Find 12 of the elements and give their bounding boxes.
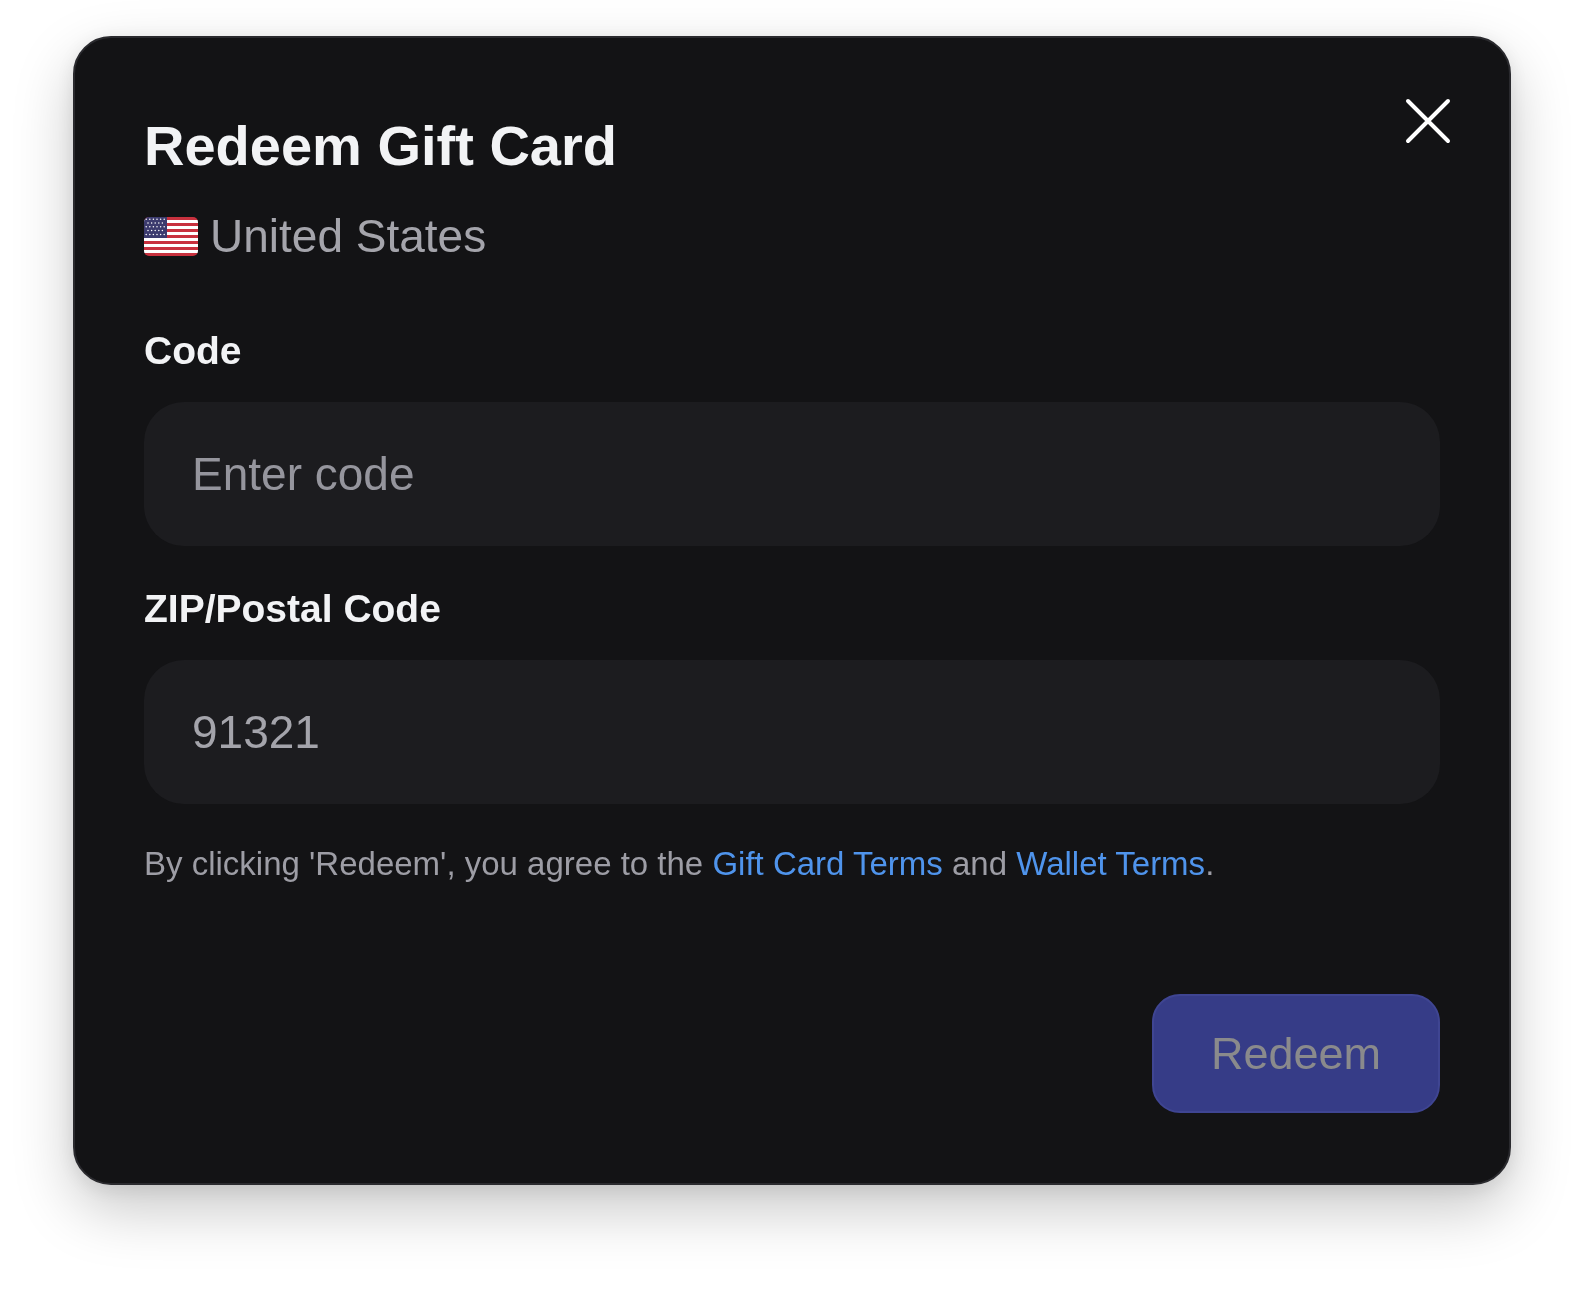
terms-link[interactable]: Gift Card Terms (712, 845, 943, 882)
close-button[interactable] (1405, 98, 1451, 144)
text-input-field[interactable]: Enter code (144, 402, 1440, 546)
field-label: ZIP/Postal Code (144, 586, 441, 632)
field-label: Code (144, 328, 242, 374)
terms-link[interactable]: Wallet Terms (1016, 845, 1206, 882)
country-name: United States (210, 209, 487, 264)
terms-notice: By clicking 'Redeem', you agree to the Gift Card Terms and Wallet Terms. (144, 844, 1215, 884)
dialog-title: Redeem Gift Card (144, 113, 617, 179)
us-flag-icon (144, 216, 198, 256)
text-input-field[interactable]: 91321 (144, 660, 1440, 804)
close-icon (1405, 98, 1451, 144)
